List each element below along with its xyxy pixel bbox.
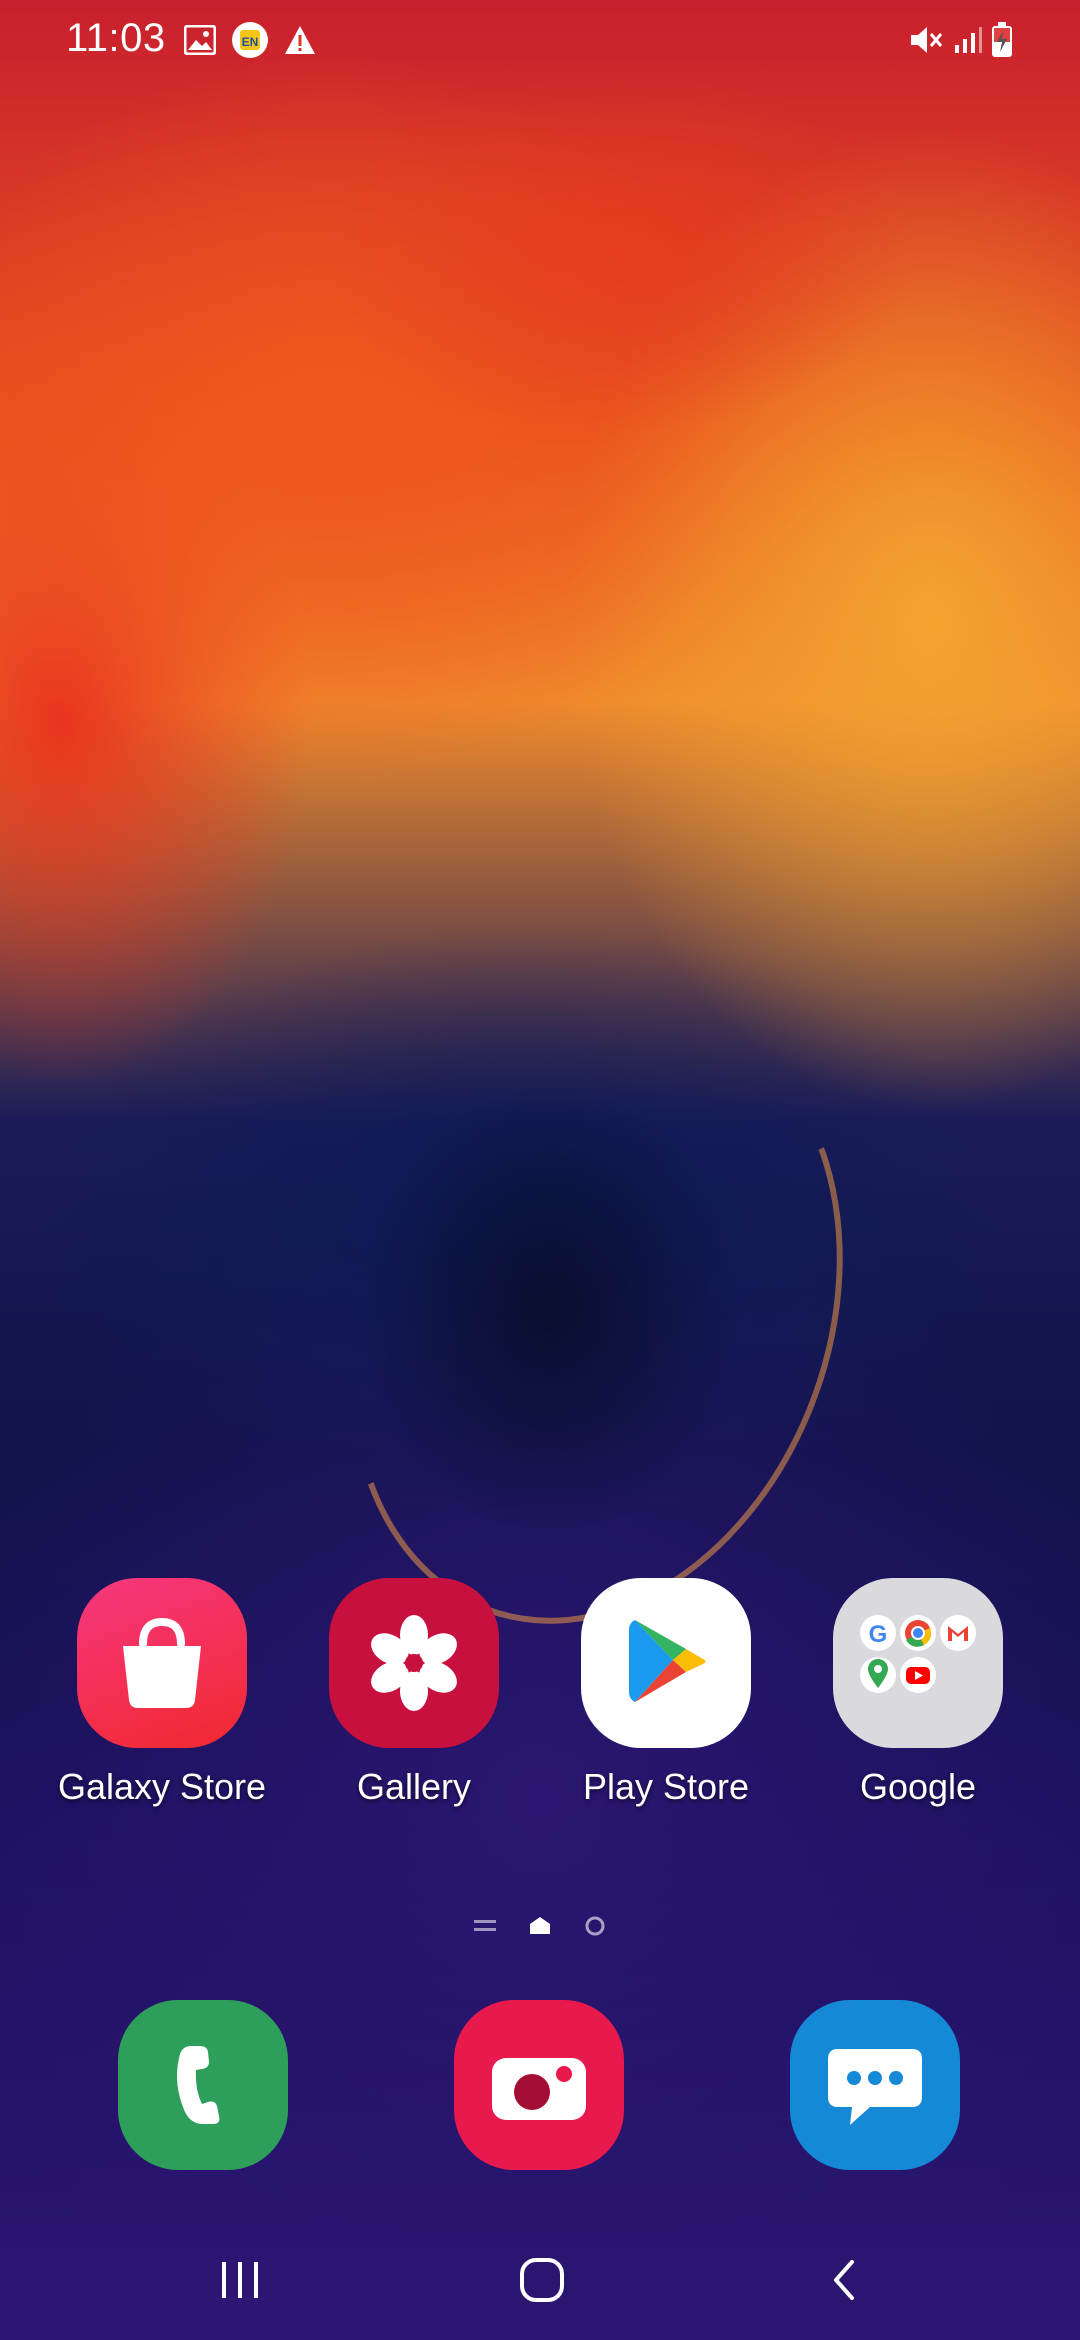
svg-text:G: G xyxy=(869,1621,888,1648)
menu-page-icon xyxy=(474,1920,496,1931)
phone-icon xyxy=(177,2046,220,2124)
page-dot-icon xyxy=(585,1916,605,1936)
camera-icon xyxy=(492,2058,586,2120)
app-label: Play Store xyxy=(582,1766,750,1807)
messages-app[interactable] xyxy=(790,2000,960,2170)
recent-apps-button[interactable] xyxy=(180,2230,300,2330)
status-time: 11:03 xyxy=(66,16,166,60)
google-folder-icon: G xyxy=(833,1578,1003,1748)
play-store-app[interactable]: Play Store xyxy=(551,1578,781,1808)
mute-icon xyxy=(906,22,946,58)
signal-icon xyxy=(952,22,984,58)
page-indicator[interactable] xyxy=(0,1912,1080,1942)
app-label: Google xyxy=(859,1766,977,1807)
battery-charging-icon xyxy=(990,22,1014,58)
gallery-app[interactable]: Gallery xyxy=(299,1578,529,1808)
wallpaper xyxy=(0,0,1080,2340)
galaxy-store-icon xyxy=(77,1578,247,1748)
navigation-bar[interactable] xyxy=(0,2220,1080,2340)
app-label: Galaxy Store xyxy=(57,1766,267,1807)
status-bar[interactable]: 11:03 EN xyxy=(0,0,1080,84)
gallery-icon xyxy=(329,1578,499,1748)
play-store-icon xyxy=(581,1578,751,1748)
galaxy-store-app[interactable]: Galaxy Store xyxy=(47,1578,277,1808)
camera-app[interactable] xyxy=(454,2000,624,2170)
back-button[interactable] xyxy=(784,2230,904,2330)
app-label: Gallery xyxy=(356,1766,472,1807)
home-icon xyxy=(520,2258,564,2302)
home-button[interactable] xyxy=(482,2230,602,2330)
image-notification-icon xyxy=(182,22,218,58)
back-icon xyxy=(834,2260,854,2300)
google-folder[interactable]: G Google xyxy=(803,1578,1033,1808)
home-page-icon xyxy=(530,1917,550,1934)
phone-app[interactable] xyxy=(118,2000,288,2170)
app-notification-icon: EN xyxy=(230,22,270,58)
recent-apps-icon xyxy=(222,2262,258,2298)
svg-text:EN: EN xyxy=(242,35,259,49)
messages-icon xyxy=(828,2049,922,2125)
warning-icon xyxy=(282,22,318,58)
